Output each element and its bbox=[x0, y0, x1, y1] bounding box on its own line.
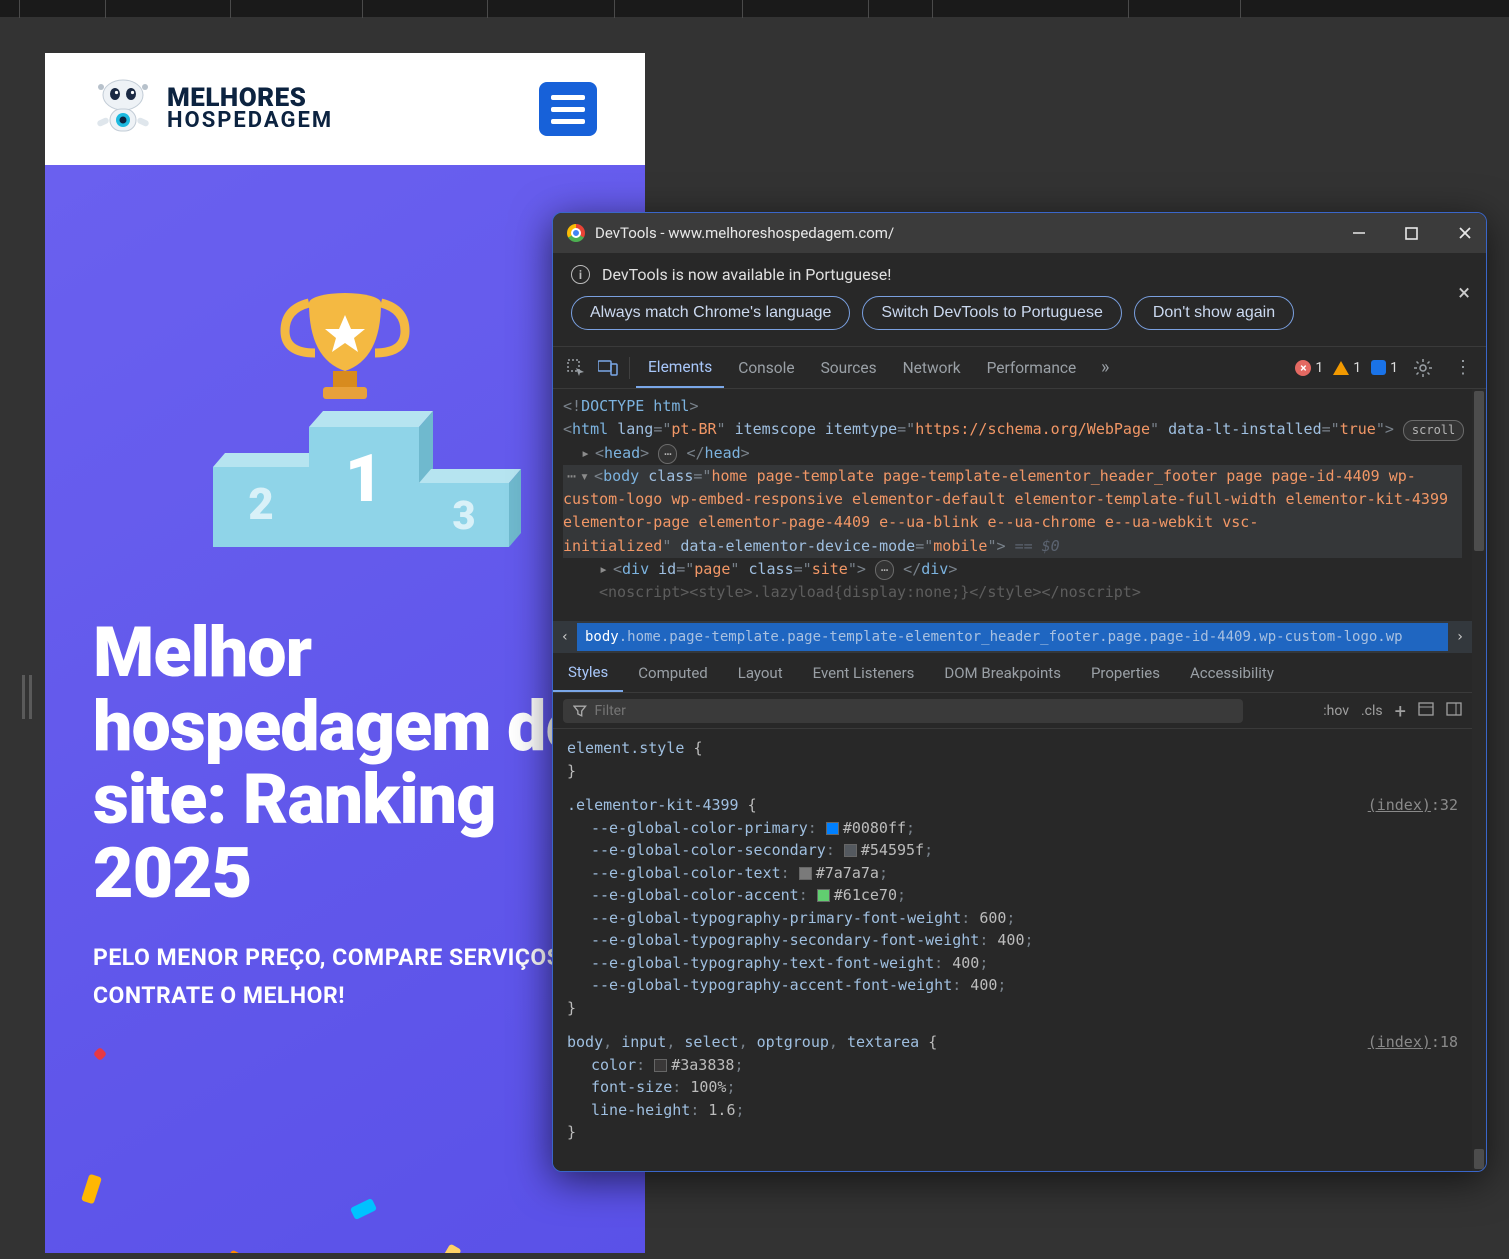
breadcrumb-prev-icon[interactable]: ‹ bbox=[553, 629, 577, 645]
devtools-window[interactable]: DevTools - www.melhoreshospedagem.com/ i… bbox=[552, 212, 1487, 1172]
site-logo[interactable]: MELHORES HOSPEDAGEM bbox=[93, 77, 333, 141]
logo-line2: HOSPEDAGEM bbox=[167, 111, 333, 131]
dont-show-button[interactable]: Don't show again bbox=[1134, 296, 1294, 330]
podium-illustration: 2 1 3 bbox=[93, 267, 597, 547]
subtab-layout[interactable]: Layout bbox=[723, 655, 798, 691]
subtab-computed[interactable]: Computed bbox=[623, 655, 723, 691]
warning-count[interactable]: 1 bbox=[1333, 360, 1361, 376]
subtab-event-listeners[interactable]: Event Listeners bbox=[798, 655, 930, 691]
styles-subtabs: Styles Computed Layout Event Listeners D… bbox=[553, 653, 1472, 693]
minimize-button[interactable] bbox=[1351, 226, 1366, 241]
styles-filter-row: :hov .cls + bbox=[553, 693, 1472, 729]
styles-filter[interactable] bbox=[563, 699, 1243, 723]
kebab-menu-icon[interactable]: ⋮ bbox=[1448, 353, 1478, 383]
close-button[interactable] bbox=[1457, 226, 1472, 241]
maximize-button[interactable] bbox=[1404, 226, 1419, 241]
site-header: MELHORES HOSPEDAGEM bbox=[45, 53, 645, 165]
hov-toggle[interactable]: :hov bbox=[1323, 703, 1349, 719]
tab-performance[interactable]: Performance bbox=[975, 349, 1089, 387]
tab-network[interactable]: Network bbox=[891, 349, 973, 387]
logo-text: MELHORES HOSPEDAGEM bbox=[167, 87, 333, 130]
resize-handle[interactable] bbox=[22, 675, 32, 719]
subtab-properties[interactable]: Properties bbox=[1076, 655, 1175, 691]
computed-panel-icon[interactable] bbox=[1418, 702, 1434, 720]
switch-portuguese-button[interactable]: Switch DevTools to Portuguese bbox=[862, 296, 1121, 330]
tab-elements[interactable]: Elements bbox=[636, 348, 724, 388]
hero-title: Melhor hospedagem de site: Ranking 2025 bbox=[93, 617, 597, 911]
more-tabs-icon[interactable]: » bbox=[1090, 353, 1120, 383]
ruler bbox=[0, 0, 1509, 18]
robot-icon bbox=[93, 77, 153, 141]
breadcrumb-next-icon[interactable]: › bbox=[1448, 629, 1472, 645]
match-language-button[interactable]: Always match Chrome's language bbox=[571, 296, 850, 330]
elements-scrollbar[interactable] bbox=[1472, 389, 1486, 1171]
svg-text:3: 3 bbox=[452, 492, 475, 539]
devtools-title: DevTools - www.melhoreshospedagem.com/ bbox=[595, 224, 894, 242]
tab-console[interactable]: Console bbox=[726, 349, 806, 387]
devtools-titlebar[interactable]: DevTools - www.melhoreshospedagem.com/ bbox=[553, 213, 1486, 253]
settings-icon[interactable] bbox=[1408, 353, 1438, 383]
inspect-icon[interactable] bbox=[561, 353, 591, 383]
device-toggle-icon[interactable] bbox=[593, 353, 623, 383]
breadcrumb[interactable]: ‹ body.home.page-template.page-template-… bbox=[553, 621, 1472, 653]
chrome-icon bbox=[567, 224, 585, 242]
menu-toggle-button[interactable] bbox=[539, 82, 597, 136]
infobar-close-button[interactable]: × bbox=[1458, 281, 1470, 306]
filter-input[interactable] bbox=[595, 703, 1233, 719]
info-icon: i bbox=[571, 265, 590, 284]
filter-icon bbox=[573, 704, 587, 718]
subtab-dom-breakpoints[interactable]: DOM Breakpoints bbox=[929, 655, 1076, 691]
window-controls bbox=[1351, 226, 1472, 241]
new-style-button[interactable]: + bbox=[1395, 699, 1406, 723]
subtab-accessibility[interactable]: Accessibility bbox=[1175, 655, 1289, 691]
sidebar-toggle-icon[interactable] bbox=[1446, 702, 1462, 720]
svg-text:1: 1 bbox=[345, 441, 383, 518]
canvas: MELHORES HOSPEDAGEM bbox=[0, 18, 1509, 1259]
elements-tree[interactable]: <!DOCTYPE html> <html lang="pt-BR" items… bbox=[553, 389, 1472, 621]
error-count[interactable]: ×1 bbox=[1295, 360, 1323, 376]
styles-panel[interactable]: element.style {}(index):32.elementor-kit… bbox=[553, 729, 1472, 1171]
cls-toggle[interactable]: .cls bbox=[1361, 703, 1383, 719]
info-text: DevTools is now available in Portuguese! bbox=[602, 265, 891, 284]
infobar-actions: Always match Chrome's language Switch De… bbox=[571, 296, 1468, 330]
issue-count[interactable]: 1 bbox=[1371, 360, 1398, 376]
devtools-toolbar: Elements Console Sources Network Perform… bbox=[553, 347, 1486, 389]
svg-text:2: 2 bbox=[248, 478, 274, 530]
tab-sources[interactable]: Sources bbox=[809, 349, 889, 387]
subtab-styles[interactable]: Styles bbox=[553, 654, 623, 692]
devtools-infobar: i DevTools is now available in Portugues… bbox=[553, 253, 1486, 347]
hero-subtitle: PELO MENOR PREÇO, COMPARE SERVIÇOS E CON… bbox=[93, 939, 597, 1015]
